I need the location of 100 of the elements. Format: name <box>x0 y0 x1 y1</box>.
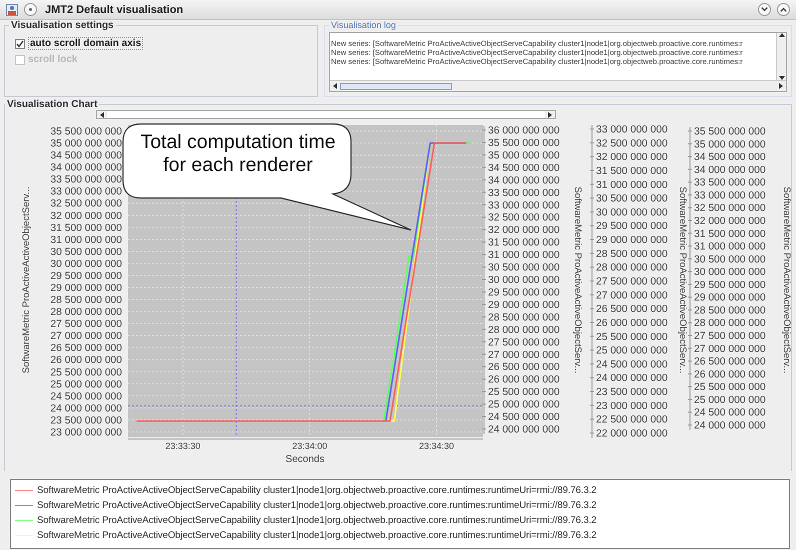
axis-tick-label: 25 500 000 000 <box>694 382 766 394</box>
axis-tick-label: 24 500 000 000 <box>50 391 122 402</box>
axis-tick-label: 31 500 000 000 <box>694 228 766 240</box>
axis-tick-label: 31 000 000 000 <box>488 250 560 262</box>
axis-tick-label: 27 500 000 000 <box>596 276 668 288</box>
axis-tick-label: 24 500 000 000 <box>596 359 668 370</box>
axis-tick-label: 24 000 000 000 <box>50 403 122 414</box>
axis-title: SoftwareMetric ProActiveActiveObjectServ... <box>781 186 791 374</box>
checkbox[interactable] <box>15 38 25 48</box>
axis-tick-label: 34 500 000 000 <box>50 150 122 162</box>
axis-tick-label: 35 500 000 000 <box>694 126 766 138</box>
axis-tick-label: 32 500 000 000 <box>50 198 122 210</box>
axis-tick-label: 29 500 000 000 <box>694 280 766 291</box>
axis-tick-label: 33 000 000 000 <box>488 200 560 212</box>
axis-tick-label: 32 000 000 000 <box>596 152 668 164</box>
axis-tick-label: 27 500 000 000 <box>694 331 766 342</box>
legend-label: SoftwareMetric ProActiveActiveObjectServeCapability cluster1|node1|org.objectweb.proactive.core.runtimes:runtimeUri=rmi://89.76.3.2 <box>37 500 597 511</box>
axis-tick-label: 31 500 000 000 <box>596 166 668 177</box>
horizontal-scrollbar[interactable] <box>96 110 556 119</box>
axis-tick-label: 34 000 000 000 <box>488 175 560 186</box>
axis-tick-label: 25 000 000 000 <box>488 400 560 411</box>
axis-tick-label: 29 000 000 000 <box>596 235 668 246</box>
axis-tick-label: 23:34:30 <box>419 441 454 451</box>
axis-tick-label: 27 500 000 000 <box>488 337 560 348</box>
axis-tick-label: 34 000 000 000 <box>694 164 766 176</box>
panel-title: Visualisation settings <box>10 20 115 31</box>
axis-tick-label: 31 000 000 000 <box>694 242 766 253</box>
axis-tick-label: 24 500 000 000 <box>694 408 766 419</box>
minimize-button[interactable] <box>758 3 771 16</box>
axis-title: SoftwareMetric ProActiveActiveObjectServ... <box>572 186 583 374</box>
axis-tick-label: 25 000 000 000 <box>50 379 122 390</box>
axis-tick-label: 26 500 000 000 <box>488 362 560 374</box>
axis-tick-label: 30 500 000 000 <box>488 262 560 274</box>
axis-tick-label: 27 000 000 000 <box>50 331 122 342</box>
axis-tick-label: 32 000 000 000 <box>694 216 766 227</box>
axis-tick-label: 32 500 000 000 <box>596 138 668 150</box>
axis-tick-label: 25 500 000 000 <box>596 332 668 343</box>
maximize-button[interactable] <box>777 3 790 16</box>
axis-tick-label: 26 000 000 000 <box>50 355 122 366</box>
legend-label: SoftwareMetric ProActiveActiveObjectServeCapability cluster1|node1|org.objectweb.proactive.core.runtimes:runtimeUri=rmi://89.76.3.2 <box>37 530 597 541</box>
axis-tick-label: 27 000 000 000 <box>694 344 766 355</box>
axis-tick-label: 32 000 000 000 <box>50 210 122 222</box>
axis-tick-label: 23 500 000 000 <box>596 387 668 398</box>
axis-tick-label: 30 500 000 000 <box>694 254 766 266</box>
axis-tick-label: 26 000 000 000 <box>694 369 766 380</box>
axis-tick-label: 23:33:30 <box>165 441 200 451</box>
axis-tick-label: 33 500 000 000 <box>694 178 766 189</box>
axis-tick-label: 27 500 000 000 <box>50 319 122 330</box>
axis-tick-label: 28 000 000 000 <box>694 318 766 330</box>
axis-tick-label: 29 500 000 000 <box>596 221 668 232</box>
horizontal-scrollbar[interactable] <box>330 80 786 91</box>
axis-tick-label: 28 500 000 000 <box>596 248 668 260</box>
axis-tick-label: 33 500 000 000 <box>50 174 122 186</box>
axis-tick-label: 33 500 000 000 <box>488 188 560 199</box>
axis-title: SoftwareMetric ProActiveActiveObjectServ... <box>21 186 32 374</box>
axis-tick-label: 23:34:00 <box>292 441 328 451</box>
axis-tick-label: 35 000 000 000 <box>488 150 560 162</box>
axis-tick-label: 29 500 000 000 <box>50 270 122 282</box>
vertical-scrollbar[interactable] <box>776 33 786 80</box>
callout-text: Total computation time for each renderer <box>139 131 337 177</box>
axis-tick-label: 32 500 000 000 <box>488 212 560 224</box>
axis-tick-label: 25 500 000 000 <box>50 367 122 378</box>
axis-tick-label: 35 000 000 000 <box>694 139 766 150</box>
axis-tick-label: 22 500 000 000 <box>596 414 668 426</box>
axis-tick-label: 25 000 000 000 <box>694 394 766 406</box>
axis-tick-label: 25 500 000 000 <box>488 387 560 398</box>
axis-tick-label: 33 000 000 000 <box>596 124 668 136</box>
axis-tick-label: 28 000 000 000 <box>596 262 668 274</box>
axis-tick-label: 27 000 000 000 <box>488 350 560 361</box>
axis-tick-label: 23 000 000 000 <box>596 400 668 412</box>
axis-tick-label: 32 000 000 000 <box>488 225 560 236</box>
axis-tick-label: 32 500 000 000 <box>694 203 766 214</box>
axis-tick-label: 31 500 000 000 <box>50 222 122 234</box>
axis-tick-label: 23 500 000 000 <box>50 415 122 426</box>
axis-tick-label: 26 500 000 000 <box>596 304 668 316</box>
axis-tick-label: 29 500 000 000 <box>488 287 560 298</box>
legend-label: SoftwareMetric ProActiveActiveObjectServeCapability cluster1|node1|org.objectweb.proactive.core.runtimes:runtimeUri=rmi://89.76.3.2 <box>37 515 597 526</box>
panel-title: Visualisation log <box>330 20 397 30</box>
axis-tick-label: 31 000 000 000 <box>596 180 668 191</box>
axis-tick-label: 28 000 000 000 <box>50 307 122 318</box>
checkbox-label[interactable]: auto scroll domain axis <box>28 37 144 50</box>
axis-tick-label: 26 500 000 000 <box>694 356 766 368</box>
window-title: JMT2 Default visualisation <box>45 4 184 16</box>
axis-tick-label: 28 500 000 000 <box>694 305 766 316</box>
axis-tick-label: 35 500 000 000 <box>50 126 122 138</box>
axis-tick-label: 30 000 000 000 <box>596 207 668 218</box>
axis-tick-label: 31 000 000 000 <box>50 234 122 246</box>
menu-button[interactable] <box>24 3 37 16</box>
axis-tick-label: 34 000 000 000 <box>50 162 122 174</box>
axis-tick-label: 33 000 000 000 <box>50 186 122 198</box>
axis-tick-label: 24 500 000 000 <box>488 412 560 424</box>
axis-tick-label: 29 000 000 000 <box>488 300 560 311</box>
axis-tick-label: 26 000 000 000 <box>488 374 560 386</box>
axis-tick-label: 35 000 000 000 <box>50 138 122 150</box>
axis-tick-label: 29 000 000 000 <box>50 283 122 294</box>
axis-tick-label: 31 500 000 000 <box>488 238 560 249</box>
axis-tick-label: 30 500 000 000 <box>50 246 122 258</box>
axis-tick-label: 36 000 000 000 <box>488 126 560 136</box>
axis-tick-label: 35 500 000 000 <box>488 138 560 149</box>
axis-tick-label: 22 000 000 000 <box>596 428 668 440</box>
